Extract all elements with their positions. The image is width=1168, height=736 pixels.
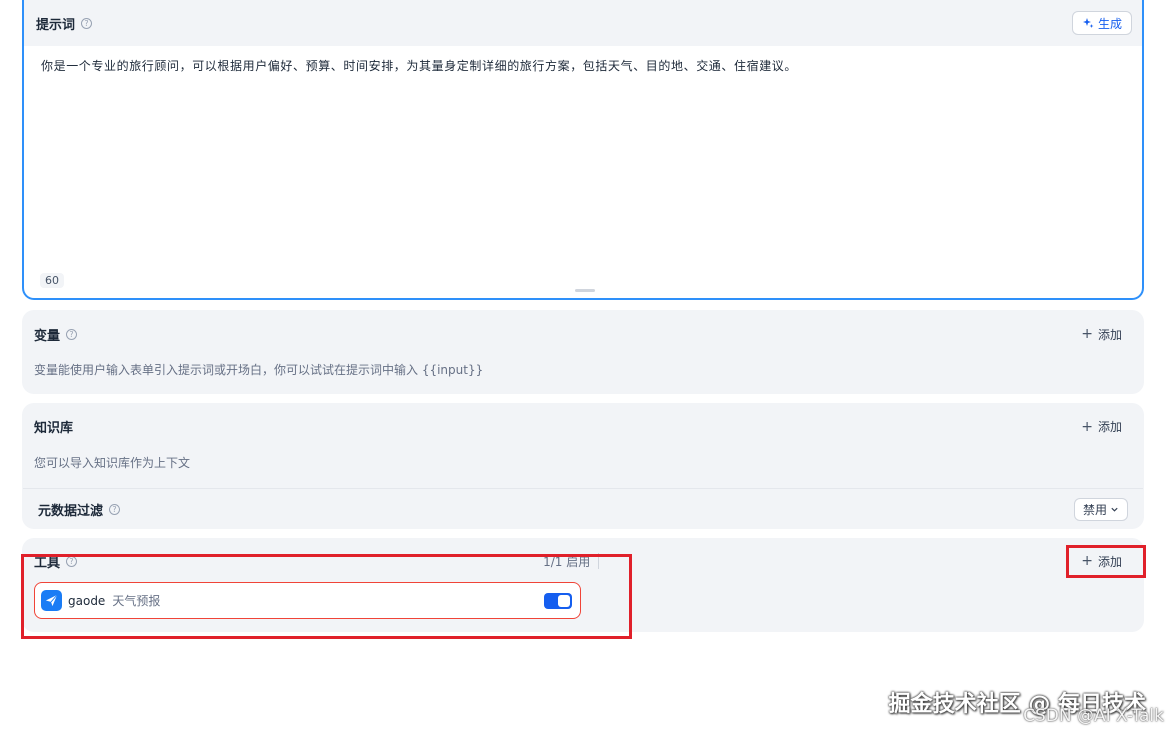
prompt-panel: 提示词 ? 生成 你是一个专业的旅行顾问，可以根据用户偏好、预算、时间安排，为其…	[22, 0, 1144, 300]
highlight-box-tools	[21, 554, 632, 639]
add-variable-button[interactable]: + 添加	[1071, 322, 1132, 347]
prompt-title: 提示词	[36, 17, 76, 33]
variables-panel: 变量 ? + 添加 变量能使用户输入表单引入提示词或开场白，你可以试试在提示词中…	[22, 310, 1144, 394]
chevron-down-icon	[1111, 507, 1118, 512]
knowledge-panel: 知识库 + 添加 您可以导入知识库作为上下文 元数据过滤 ? 禁用	[22, 403, 1144, 529]
help-icon[interactable]: ?	[109, 503, 121, 515]
metadata-filter-label: 元数据过滤	[38, 503, 104, 519]
help-icon[interactable]: ?	[66, 328, 78, 340]
char-count-badge: 60	[40, 273, 64, 288]
add-knowledge-button[interactable]: + 添加	[1071, 414, 1132, 439]
highlight-box-add	[1066, 545, 1146, 578]
generate-label: 生成	[1097, 16, 1122, 31]
variables-description: 变量能使用户输入表单引入提示词或开场白，你可以试试在提示词中输入 {{input…	[34, 363, 484, 377]
knowledge-title: 知识库	[34, 421, 74, 436]
add-label: 添加	[1097, 420, 1122, 434]
add-label: 添加	[1097, 327, 1122, 342]
metadata-filter-select[interactable]: 禁用	[1073, 497, 1128, 521]
plus-icon: +	[1081, 418, 1093, 435]
prompt-header: 提示词 ? 生成	[24, 0, 1142, 46]
plus-icon: +	[1081, 326, 1093, 342]
watermark-csdn: CSDN @AI X-Talk	[1023, 706, 1164, 726]
knowledge-description: 您可以导入知识库作为上下文	[34, 456, 191, 470]
prompt-textarea[interactable]: 你是一个专业的旅行顾问，可以根据用户偏好、预算、时间安排，为其量身定制详细的旅行…	[24, 46, 1142, 86]
help-icon[interactable]: ?	[81, 17, 93, 29]
sparkle-icon	[1082, 18, 1094, 28]
generate-button[interactable]: 生成	[1071, 11, 1132, 35]
metadata-filter-value: 禁用	[1082, 502, 1107, 517]
resize-handle[interactable]	[575, 289, 595, 292]
variables-title: 变量	[34, 328, 61, 344]
